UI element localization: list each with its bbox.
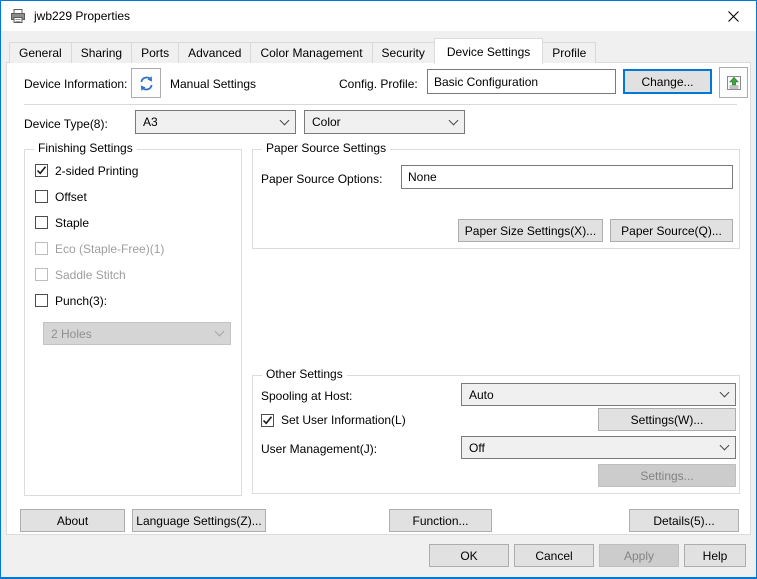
device-color-value: Color: [312, 115, 341, 129]
tab-color-management[interactable]: Color Management: [250, 42, 372, 63]
window-title: jwb229 Properties: [34, 9, 130, 23]
export-profile-button[interactable]: [719, 67, 748, 98]
about-button[interactable]: About: [20, 509, 125, 532]
paper-source-options-label: Paper Source Options:: [261, 172, 382, 186]
finishing-options-list: 2-sided Printing Offset Staple Eco (Stap…: [25, 150, 241, 343]
punch-holes-select: 2 Holes: [43, 322, 231, 345]
device-info-mode-label: Manual Settings: [170, 77, 256, 91]
chevron-down-icon: [280, 115, 290, 125]
checkmark-icon: [36, 165, 47, 176]
help-button[interactable]: Help: [684, 544, 746, 567]
chevron-down-icon: [720, 388, 730, 398]
close-button[interactable]: [711, 1, 756, 31]
device-type-label: Device Type(8):: [24, 117, 108, 131]
function-button[interactable]: Function...: [389, 509, 492, 532]
ok-button[interactable]: OK: [429, 544, 509, 567]
user-management-label: User Management(J):: [261, 442, 377, 456]
checkbox-staple[interactable]: Staple: [35, 216, 241, 229]
user-information-settings-button[interactable]: Settings(W)...: [598, 408, 736, 431]
paper-source-settings-title: Paper Source Settings: [262, 141, 390, 155]
tab-advanced[interactable]: Advanced: [178, 42, 251, 63]
details-button[interactable]: Details(5)...: [629, 509, 739, 532]
spooling-at-host-select[interactable]: Auto: [461, 383, 736, 406]
title-bar: jwb229 Properties: [1, 1, 756, 31]
checkbox-set-user-information[interactable]: Set User Information(L): [261, 413, 406, 427]
checkbox-icon: [35, 242, 48, 255]
language-settings-button[interactable]: Language Settings(Z)...: [132, 509, 266, 532]
config-profile-input[interactable]: [427, 69, 616, 94]
user-management-value: Off: [469, 441, 485, 455]
device-settings-page: Device Information: Manual Settings Conf…: [6, 62, 751, 535]
punch-holes-value: 2 Holes: [51, 327, 92, 341]
checkbox-offset[interactable]: Offset: [35, 190, 241, 203]
other-settings-group: Other Settings Spooling at Host: Auto Se…: [252, 375, 740, 494]
checkbox-2-sided-printing[interactable]: 2-sided Printing: [35, 164, 241, 177]
spooling-at-host-label: Spooling at Host:: [261, 389, 352, 403]
device-type-value: A3: [143, 115, 158, 129]
checkmark-icon: [262, 415, 273, 426]
checkbox-icon: [35, 294, 48, 307]
apply-button: Apply: [599, 544, 679, 567]
finishing-settings-group: Finishing Settings 2-sided Printing Offs…: [24, 149, 242, 496]
tab-strip: General Sharing Ports Advanced Color Man…: [9, 37, 596, 63]
device-color-select[interactable]: Color: [304, 110, 465, 134]
refresh-device-info-button[interactable]: [131, 68, 161, 98]
user-management-settings-button: Settings...: [598, 464, 736, 487]
printer-properties-dialog: jwb229 Properties General Sharing Ports …: [0, 0, 757, 579]
printer-icon: [10, 8, 26, 24]
chevron-down-icon: [449, 115, 459, 125]
paper-source-options-input[interactable]: [401, 165, 733, 189]
dialog-footer: OK Cancel Apply Help: [1, 535, 756, 577]
checkbox-saddle-stitch: Saddle Stitch: [35, 268, 241, 281]
checkbox-icon: [35, 216, 48, 229]
refresh-icon: [138, 75, 155, 92]
checkbox-icon: [261, 414, 274, 427]
close-icon: [728, 11, 739, 22]
tab-ports[interactable]: Ports: [131, 42, 179, 63]
checkbox-eco-staple-free: Eco (Staple-Free)(1): [35, 242, 241, 255]
chevron-down-icon: [215, 327, 225, 337]
user-management-select[interactable]: Off: [461, 436, 736, 459]
tab-device-settings[interactable]: Device Settings: [434, 38, 543, 64]
checkbox-icon: [35, 268, 48, 281]
checkbox-punch[interactable]: Punch(3):: [35, 294, 241, 307]
checkbox-icon: [35, 190, 48, 203]
device-information-label: Device Information:: [24, 77, 127, 91]
device-type-select[interactable]: A3: [135, 110, 296, 134]
tab-general[interactable]: General: [9, 42, 72, 63]
export-icon: [725, 74, 743, 92]
paper-source-settings-group: Paper Source Settings Paper Source Optio…: [252, 149, 740, 249]
paper-source-button[interactable]: Paper Source(Q)...: [610, 219, 733, 242]
cancel-button[interactable]: Cancel: [514, 544, 594, 567]
device-info-separator: [24, 104, 737, 105]
checkbox-icon: [35, 164, 48, 177]
tab-security[interactable]: Security: [372, 42, 435, 63]
tab-sharing[interactable]: Sharing: [71, 42, 132, 63]
spooling-at-host-value: Auto: [469, 388, 494, 402]
paper-size-settings-button[interactable]: Paper Size Settings(X)...: [458, 219, 603, 242]
chevron-down-icon: [720, 441, 730, 451]
other-settings-title: Other Settings: [262, 367, 347, 381]
tab-profile[interactable]: Profile: [542, 42, 596, 63]
change-config-profile-button[interactable]: Change...: [623, 69, 712, 94]
config-profile-label: Config. Profile:: [339, 77, 418, 91]
